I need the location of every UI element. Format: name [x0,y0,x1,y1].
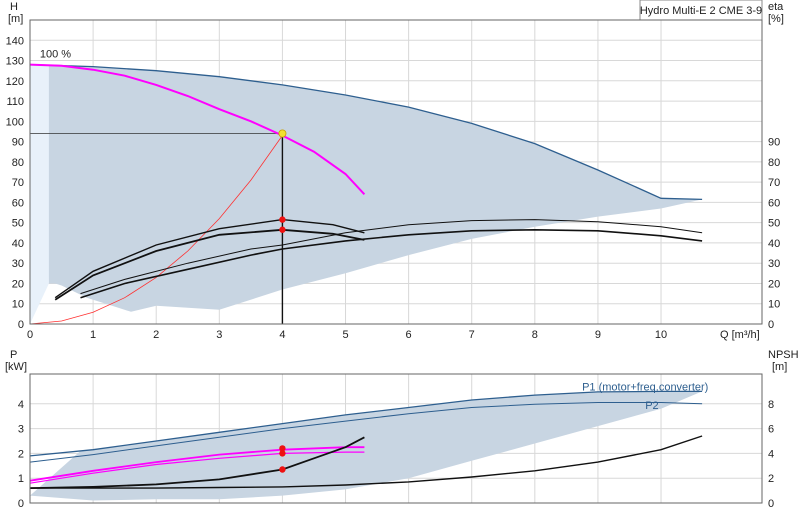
top-right-axis-title-1: eta [768,1,784,13]
bottom-left-axis-title-1: P [10,349,17,361]
bottom-y-left-tick-label: 1 [18,473,24,485]
top-x-tick-label: 10 [655,329,667,341]
top-x-tick-label: 3 [216,329,222,341]
top-y-left-tick-label: 140 [6,35,24,47]
top-left-axis-title-2: [m] [8,13,23,25]
bottom-y-right-tick-label: 4 [768,448,774,460]
x-axis-title: Q [m³/h] [720,329,760,341]
top-y-right-tick-label: 0 [768,319,774,331]
top-x-tick-label: 7 [469,329,475,341]
top-y-left-tick-label: 50 [12,218,24,230]
bottom-series-label: P1 (motor+freq.converter) [582,381,708,393]
top-y-left-tick-label: 60 [12,197,24,209]
operating-point-marker [278,129,287,138]
efficiency-point [279,226,286,233]
top-y-left-tick-label: 70 [12,177,24,189]
bottom-right-axis-title-2: [m] [772,361,787,373]
top-y-left-tick-label: 40 [12,238,24,250]
top-y-left-tick-label: 10 [12,299,24,311]
top-x-tick-label: 4 [279,329,285,341]
top-y-left-tick-label: 90 [12,137,24,149]
top-y-left-tick-label: 100 [6,116,24,128]
power-point [279,466,286,473]
top-y-right-tick-label: 80 [768,157,780,169]
bottom-y-left-tick-label: 2 [18,448,24,460]
head-efficiency-panel: 0 1 2 3 4 5 6 7 8 9 100102030405060708090100110120… [6,19,780,341]
top-y-left-tick-label: 110 [6,96,24,108]
top-y-left-tick-label: 0 [18,319,24,331]
top-x-tick-label: 2 [153,329,159,341]
bottom-series-label: P2 [645,400,658,412]
top-y-left-tick-label: 120 [6,76,24,88]
bottom-y-left-tick-label: 4 [18,399,24,411]
chart-title: Hydro Multi-E 2 CME 3-9 [640,5,762,17]
bottom-y-right-tick-label: 6 [768,424,774,436]
top-x-tick-label: 8 [532,329,538,341]
top-x-tick-label: 1 [90,329,96,341]
power-npsh-panel: 0 1 2 3 4 0 2 4 6 8 P1 (motor+freq.converter) P2 [18,373,774,510]
bottom-y-left-tick-label: 3 [18,424,24,436]
top-y-right-tick-label: 50 [768,218,780,230]
speed-annotation: 100 % [40,49,71,61]
bottom-right-axis-title-1: NPSH [768,349,799,361]
top-y-right-tick-label: 70 [768,177,780,189]
top-right-axis-title-2: [%] [768,13,784,25]
top-x-tick-label: 9 [595,329,601,341]
top-x-tick-label: 5 [342,329,348,341]
top-y-right-tick-label: 30 [768,258,780,270]
top-y-left-tick-label: 20 [12,278,24,290]
bottom-y-right-tick-label: 2 [768,473,774,485]
top-y-right-tick-label: 10 [768,299,780,311]
bottom-y-right-tick-label: 0 [768,498,774,510]
bottom-left-axis-title-2: [kW] [5,361,27,373]
top-y-right-tick-label: 90 [768,137,780,149]
top-y-left-tick-label: 130 [6,56,24,68]
power-point [279,450,286,457]
top-x-tick-label: 6 [406,329,412,341]
top-y-right-tick-label: 60 [768,197,780,209]
top-x-tick-label: 0 [27,329,33,341]
top-left-axis-title-1: H [10,1,18,13]
bottom-y-right-tick-label: 8 [768,399,774,411]
efficiency-point [279,216,286,223]
top-y-right-tick-label: 20 [768,278,780,290]
bottom-y-left-tick-label: 0 [18,498,24,510]
top-y-left-tick-label: 80 [12,157,24,169]
top-y-right-tick-label: 40 [768,238,780,250]
top-y-left-tick-label: 30 [12,258,24,270]
pump-performance-chart: Hydro Multi-E 2 CME 3-9 H [m] eta [%] Q … [5,0,799,510]
